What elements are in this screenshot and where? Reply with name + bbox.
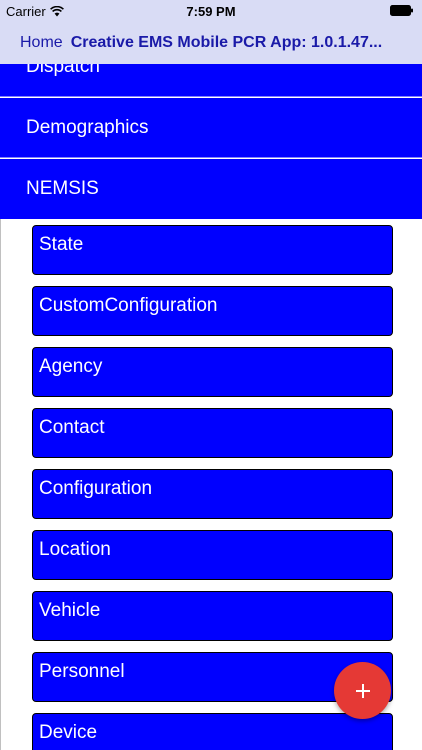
- home-back-button[interactable]: Home: [20, 34, 63, 52]
- item-label: Configuration: [39, 478, 153, 499]
- section-nemsis[interactable]: NEMSIS: [0, 159, 422, 219]
- battery-icon: [390, 5, 413, 16]
- item-label: Location: [39, 539, 111, 560]
- item-label: State: [39, 234, 84, 255]
- item-label: Agency: [39, 356, 103, 377]
- nemsis-item-vehicle[interactable]: Vehicle: [32, 591, 393, 641]
- item-label: Personnel: [39, 661, 125, 682]
- section-label: Demographics: [26, 116, 149, 138]
- section-label: NEMSIS: [26, 178, 99, 199]
- add-button[interactable]: [334, 662, 391, 719]
- top-bar: Carrier 7:59 PM Home Creative EMS Mobile…: [0, 0, 422, 64]
- item-label: Vehicle: [39, 600, 101, 621]
- clock: 7:59 PM: [186, 4, 236, 19]
- page-title: Creative EMS Mobile PCR App: 1.0.1.47...: [70, 34, 383, 51]
- section-demographics[interactable]: Demographics: [0, 98, 422, 158]
- nemsis-item-configuration[interactable]: Configuration: [32, 469, 393, 519]
- nemsis-item-customconfiguration[interactable]: CustomConfiguration: [32, 286, 393, 336]
- nemsis-item-state[interactable]: State: [32, 225, 393, 275]
- status-bar: Carrier 7:59 PM: [0, 0, 422, 22]
- item-label: Device: [39, 722, 98, 743]
- nemsis-item-location[interactable]: Location: [32, 530, 393, 580]
- item-label: CustomConfiguration: [39, 295, 218, 316]
- nemsis-item-agency[interactable]: Agency: [32, 347, 393, 397]
- nemsis-item-device[interactable]: Device: [32, 713, 393, 750]
- navigation-bar: Home Creative EMS Mobile PCR App: 1.0.1.…: [0, 22, 422, 64]
- nemsis-item-contact[interactable]: Contact: [32, 408, 393, 458]
- plus-icon: [355, 683, 370, 698]
- item-label: Contact: [39, 417, 105, 438]
- app-screen: Dispatch Demographics NEMSIS State Custo…: [0, 0, 422, 750]
